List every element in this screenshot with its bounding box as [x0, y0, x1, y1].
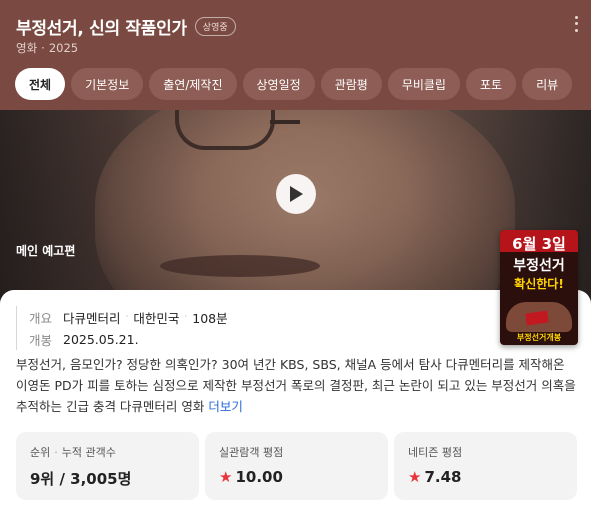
audience-rating-row: ★ 10.00: [219, 468, 374, 486]
poster-line-2: 부정선거: [513, 258, 565, 274]
play-icon: [290, 186, 303, 202]
movie-title[interactable]: 부정선거, 신의 작품인가: [16, 14, 187, 39]
more-link[interactable]: 더보기: [208, 399, 243, 414]
poster-footer: 부정선거개봉: [516, 333, 562, 342]
info-separator: ·: [125, 312, 129, 322]
release-row: 개봉 2025.05.21.: [29, 328, 228, 350]
rank-stat-label: 순위 · 누적 관객수: [30, 444, 185, 460]
movie-meta: 영화 · 2025: [16, 40, 78, 56]
meta-separator: ·: [41, 41, 45, 55]
status-badge: 상영중: [194, 17, 236, 36]
overview-key: 개요: [29, 310, 53, 326]
year-label: 2025: [48, 41, 79, 55]
movie-poster[interactable]: 6월 3일 부정선거 확신한다! 부정선거개봉: [500, 230, 578, 345]
netizen-rating-label: 네티즌 평점: [408, 446, 463, 459]
tab-movie-clips[interactable]: 무비클립: [387, 68, 460, 100]
play-button[interactable]: [276, 174, 316, 214]
tab-basic-info[interactable]: 기본정보: [71, 68, 144, 100]
netizen-rating-value: 7.48: [424, 468, 462, 486]
genre-value: 다큐멘터리: [63, 310, 121, 326]
netizen-rating-row: ★ 7.48: [408, 468, 563, 486]
rank-stat[interactable]: 순위 · 누적 관객수 9위 / 3,005명: [16, 432, 199, 500]
release-value: 2025.05.21.: [63, 331, 139, 347]
description: 부정선거, 음모인가? 정당한 의혹인가? 30여 년간 KBS, SBS, 채…: [16, 354, 576, 417]
overview-row: 개요 다큐멘터리 · 대한민국 · 108분: [29, 306, 228, 328]
rank-value: 9위 / 3,005명: [30, 470, 132, 488]
category-label: 영화: [16, 41, 38, 55]
poster-line-3: 확신한다!: [514, 277, 564, 291]
tab-photos[interactable]: 포토: [465, 68, 517, 100]
star-icon: ★: [408, 468, 422, 486]
tab-reviews-rating[interactable]: 관람평: [320, 68, 382, 100]
tab-all[interactable]: 전체: [15, 68, 66, 100]
stats-row: 순위 · 누적 관객수 9위 / 3,005명 실관람객 평점 ★ 10.00 네티즌…: [16, 432, 577, 500]
description-text: 부정선거, 음모인가? 정당한 의혹인가? 30여 년간 KBS, SBS, 채…: [16, 357, 576, 414]
tab-cast-crew[interactable]: 출연/제작진: [149, 68, 237, 100]
netizen-rating-stat[interactable]: 네티즌 평점 ★ 7.48: [394, 432, 577, 500]
audience-label: 누적 관객수: [61, 446, 116, 459]
rank-label: 순위: [30, 446, 51, 459]
release-key: 개봉: [29, 332, 53, 348]
country-value: 대한민국: [133, 310, 180, 326]
movie-header: 부정선거, 신의 작품인가 상영중 영화 · 2025 전체 기본정보 출연/제작진…: [0, 0, 591, 110]
title-row: 부정선거, 신의 작품인가 상영중: [16, 14, 236, 39]
star-icon: ★: [219, 468, 233, 486]
label-separator: ·: [54, 446, 58, 459]
audience-rating-value: 10.00: [235, 468, 283, 486]
poster-line-1: 6월 3일: [512, 235, 566, 253]
runtime-value: 108분: [192, 310, 228, 326]
info-separator: ·: [184, 312, 188, 322]
tab-showtimes[interactable]: 상영일정: [242, 68, 315, 100]
basic-info: 개요 다큐멘터리 · 대한민국 · 108분 개봉 2025.05.21.: [16, 306, 228, 350]
tab-review[interactable]: 리뷰: [522, 68, 573, 100]
tab-bar: 전체 기본정보 출연/제작진 상영일정 관람평 무비클립 포토 리뷰: [15, 68, 573, 100]
more-options-icon[interactable]: [571, 14, 581, 34]
trailer-label: 메인 예고편: [16, 244, 76, 258]
audience-rating-label: 실관람객 평점: [219, 446, 284, 459]
audience-rating-stat[interactable]: 실관람객 평점 ★ 10.00: [205, 432, 388, 500]
